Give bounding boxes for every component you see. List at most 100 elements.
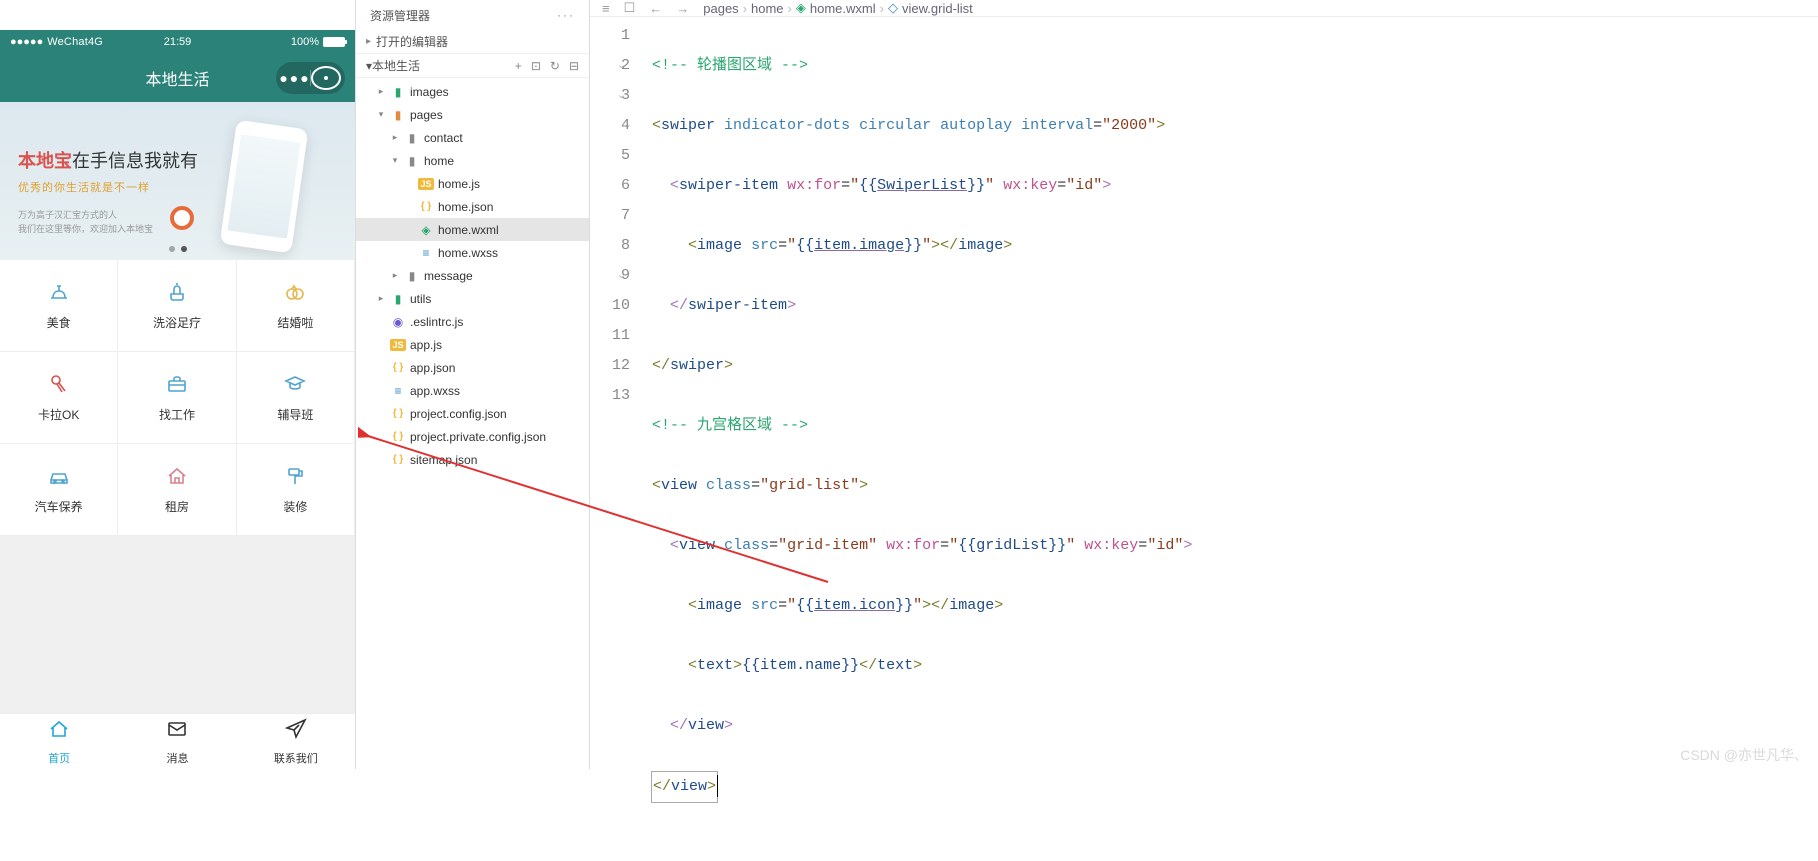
grid-item[interactable]: 美食 bbox=[0, 260, 118, 352]
explorer-title: 资源管理器 bbox=[370, 7, 430, 24]
grid-item[interactable]: 装修 bbox=[237, 444, 355, 536]
eslint-icon: ◉ bbox=[390, 315, 406, 329]
tree-item[interactable]: ◈home.wxml bbox=[356, 218, 589, 241]
open-editors-section[interactable]: ▸打开的编辑器 bbox=[356, 30, 589, 54]
tree-item[interactable]: ▸ ▮ contact bbox=[356, 126, 589, 149]
code-editor: ≡ ☐ ← → pages › home › ◈ home.wxml › ◇ v… bbox=[590, 0, 1818, 769]
breadcrumb-file[interactable]: home.wxml bbox=[810, 1, 876, 16]
grid-item[interactable]: 找工作 bbox=[118, 352, 236, 444]
breadcrumb[interactable]: pages › home › ◈ home.wxml › ◇ view.grid… bbox=[703, 0, 973, 16]
nav-forward-button[interactable]: → bbox=[676, 1, 689, 16]
explorer-more-button[interactable]: ··· bbox=[557, 8, 575, 22]
tab-item[interactable]: 联系我们 bbox=[237, 714, 355, 769]
grid-item-label: 结婚啦 bbox=[277, 314, 313, 331]
contact-icon bbox=[284, 717, 308, 747]
refresh-button[interactable]: ↻ bbox=[550, 59, 560, 73]
file-name: project.config.json bbox=[410, 407, 507, 421]
file-name: app.wxss bbox=[410, 384, 460, 398]
capsule-menu-button[interactable]: ●●● bbox=[280, 66, 310, 90]
tree-item[interactable]: ≡app.wxss bbox=[356, 379, 589, 402]
open-editors-label: 打开的编辑器 bbox=[376, 33, 448, 50]
tree-item[interactable]: ▸▮message bbox=[356, 264, 589, 287]
js-icon: JS bbox=[418, 178, 434, 190]
project-section-header[interactable]: ▾本地生活 + ⊡ ↻ ⊟ bbox=[356, 54, 589, 78]
file-name: .eslintrc.js bbox=[410, 315, 463, 329]
page-title: 本地生活 bbox=[145, 66, 209, 90]
tab-item[interactable]: 首页 bbox=[0, 714, 118, 769]
tree-item[interactable]: ◉ .eslintrc.js bbox=[356, 310, 589, 333]
graduate-icon bbox=[281, 372, 309, 396]
file-tree: ▸▮images▾▮pages▸▮contact▾▮homeJShome.js{… bbox=[356, 78, 589, 473]
nav-bar: 本地生活 ●●● bbox=[0, 54, 355, 102]
new-folder-button[interactable]: ⊡ bbox=[531, 59, 541, 73]
file-name: images bbox=[410, 85, 449, 99]
tree-item[interactable]: ▸▮utils bbox=[356, 287, 589, 310]
chevron-icon: ▸ bbox=[376, 86, 386, 97]
tree-item[interactable]: ▸ ▮ images bbox=[356, 80, 589, 103]
grid-item[interactable]: 辅导班 bbox=[237, 352, 355, 444]
file-name: utils bbox=[410, 292, 431, 306]
grid-list: 美食洗浴足疗结婚啦卡拉OK 找工作 辅导班汽车保养 租房装修 bbox=[0, 260, 355, 536]
tree-item[interactable]: JSapp.js bbox=[356, 333, 589, 356]
wechat-simulator: ●●●●● WeChat4G 21:59 100% 本地生活 ●●● 本地宝在手… bbox=[0, 0, 356, 769]
message-icon bbox=[165, 717, 189, 747]
folder-icon: ▮ bbox=[404, 131, 420, 145]
grid-item[interactable]: 洗浴足疗 bbox=[118, 260, 236, 352]
folder-icon: ▮ bbox=[390, 108, 406, 122]
tree-item[interactable]: ≡ home.wxss bbox=[356, 241, 589, 264]
line-gutter: 1 2⌄ 3⌄ 4 5 6 7 8 9⌄ 10 11 12 13 bbox=[590, 21, 652, 861]
capsule-close-button[interactable] bbox=[311, 66, 341, 90]
code-area[interactable]: 1 2⌄ 3⌄ 4 5 6 7 8 9⌄ 10 11 12 13 <!-- 轮播… bbox=[590, 17, 1818, 861]
briefcase-icon bbox=[163, 372, 191, 396]
grid-item[interactable]: 结婚啦 bbox=[237, 260, 355, 352]
grid-item-label: 找工作 bbox=[159, 406, 195, 423]
spa-icon bbox=[163, 280, 191, 304]
tree-item[interactable]: { }project.config.json bbox=[356, 402, 589, 425]
signal-icon: ●●●●● bbox=[10, 36, 43, 48]
tree-item[interactable]: ▾▮pages bbox=[356, 103, 589, 126]
tree-item[interactable]: { }project.private.config.json bbox=[356, 425, 589, 448]
json-icon: { } bbox=[390, 454, 406, 465]
grid-item[interactable]: 租房 bbox=[118, 444, 236, 536]
swiper-banner[interactable]: 本地宝在手信息我就有 优秀的你生活就是不一样 万为高子汉汇宝方式的人我们在这里等… bbox=[0, 102, 355, 260]
breadcrumb-symbol[interactable]: view.grid-list bbox=[902, 1, 973, 16]
chevron-icon: ▾ bbox=[376, 109, 386, 120]
file-name: home.json bbox=[438, 200, 493, 214]
grid-item[interactable]: 汽车保养 bbox=[0, 444, 118, 536]
collapse-button[interactable]: ⊟ bbox=[569, 59, 579, 73]
tree-item[interactable]: ▾▮home bbox=[356, 149, 589, 172]
tree-item[interactable]: { }home.json bbox=[356, 195, 589, 218]
tab-label: 首页 bbox=[48, 750, 70, 766]
bookmark-icon[interactable]: ☐ bbox=[624, 0, 636, 16]
tree-item[interactable]: JS home.js bbox=[356, 172, 589, 195]
file-name: home bbox=[424, 154, 454, 168]
toc-icon[interactable]: ≡ bbox=[602, 1, 610, 16]
tree-item[interactable]: { } sitemap.json bbox=[356, 448, 589, 471]
house-icon bbox=[163, 464, 191, 488]
chevron-icon: ▸ bbox=[390, 270, 400, 281]
file-name: home.js bbox=[438, 177, 480, 191]
chevron-icon: ▸ bbox=[390, 132, 400, 143]
banner-cup-illustration bbox=[170, 206, 194, 230]
battery-percent: 100% bbox=[291, 36, 319, 48]
wxss-icon: ≡ bbox=[418, 246, 434, 260]
breadcrumb-item[interactable]: pages bbox=[703, 1, 738, 16]
home-icon bbox=[47, 717, 71, 747]
tree-item[interactable]: { }app.json bbox=[356, 356, 589, 379]
new-file-button[interactable]: + bbox=[515, 59, 522, 73]
chevron-icon: ▾ bbox=[390, 155, 400, 166]
grid-item[interactable]: 卡拉OK bbox=[0, 352, 118, 444]
breadcrumb-item[interactable]: home bbox=[751, 1, 784, 16]
file-name: home.wxss bbox=[438, 246, 498, 260]
grid-item-label: 汽车保养 bbox=[35, 498, 83, 515]
file-name: contact bbox=[424, 131, 463, 145]
editor-toolbar: ≡ ☐ ← → pages › home › ◈ home.wxml › ◇ v… bbox=[590, 0, 1818, 17]
tab-item[interactable]: 消息 bbox=[118, 714, 236, 769]
file-name: sitemap.json bbox=[410, 453, 477, 467]
code-content[interactable]: <!-- 轮播图区域 --> <swiper indicator-dots ci… bbox=[652, 21, 1818, 861]
folder-icon: ▮ bbox=[390, 85, 406, 99]
status-bar: ●●●●● WeChat4G 21:59 100% bbox=[0, 30, 355, 54]
grid-item-label: 卡拉OK bbox=[38, 406, 79, 423]
watermark: CSDN @亦世凡华、 bbox=[1680, 745, 1808, 765]
nav-back-button[interactable]: ← bbox=[649, 1, 662, 16]
